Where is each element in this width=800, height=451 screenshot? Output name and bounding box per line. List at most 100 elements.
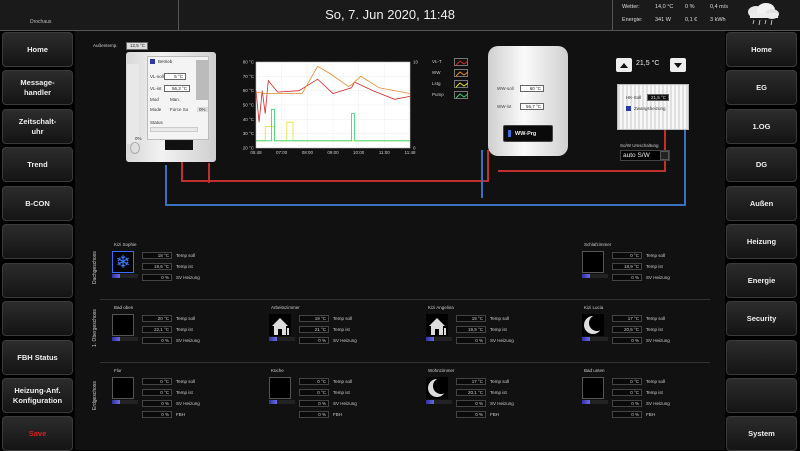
right-nav-button-0[interactable]: Home	[726, 32, 797, 67]
mod-label: Mod	[150, 97, 159, 102]
room-status-tile[interactable]	[582, 251, 604, 273]
left-nav-button-5[interactable]	[2, 224, 73, 259]
arrow-down-icon	[674, 62, 682, 68]
right-nav-button-9[interactable]	[726, 378, 797, 413]
room-value-ist: 0 °C	[299, 389, 329, 396]
heating-level-bar	[112, 337, 138, 341]
ww-ist-label: WW-ist	[497, 104, 512, 109]
right-nav-button-2[interactable]: 1.OG	[726, 109, 797, 144]
left-nav-button-9[interactable]: Heizung-Anf. Konfiguration	[2, 378, 73, 413]
room-title: Bad unten	[584, 368, 605, 373]
left-nav-button-6[interactable]	[2, 263, 73, 298]
left-nav-button-8[interactable]: FBH Status	[2, 340, 73, 375]
ww-program-button[interactable]: WW-Prg	[503, 125, 553, 142]
vl-soll-label: VL-soll	[150, 74, 164, 79]
ww-ist-value: 56,7 °C	[520, 103, 544, 110]
room-status-tile[interactable]	[426, 377, 449, 399]
legend-item: Pump	[432, 91, 472, 100]
ww-program-label: WW-Prg	[515, 130, 537, 137]
left-nav-button-1[interactable]: Message- handler	[2, 70, 73, 105]
room-status-tile[interactable]	[582, 377, 604, 399]
room-value-fbh: 0 %	[142, 411, 172, 418]
setpoint-down-button[interactable]	[670, 58, 686, 72]
room-label-sv: SV Heizung	[176, 275, 200, 280]
boiler-trend-chart: 80 °C10070 °C60 °C50 °C40 °C30 °C20 °C0%…	[243, 60, 418, 156]
wind-speed: 0,4 m/s	[710, 4, 729, 10]
room-status-tile[interactable]	[582, 314, 605, 336]
left-nav-button-3[interactable]: Trend	[2, 147, 73, 182]
right-nav-button-1[interactable]: EG	[726, 70, 797, 105]
room-value-soll: 19 °C	[456, 315, 486, 322]
right-nav-button-3[interactable]: DG	[726, 147, 797, 182]
x-tick-label: 11:48	[405, 150, 416, 155]
room-label-fbh: FBH	[333, 412, 342, 417]
heating-level-bar	[582, 337, 608, 341]
legend-label: WW	[432, 70, 441, 75]
legend-label: VL-T	[432, 59, 442, 64]
cost-value: 0,1 €	[685, 17, 698, 23]
room-title: Schlafzimmer	[584, 242, 612, 247]
ww-soll-label: WW-soll	[497, 86, 514, 91]
left-nav-button-7[interactable]	[2, 301, 73, 336]
left-nav-button-0[interactable]: Home	[2, 32, 73, 67]
right-nav-button-10[interactable]: System	[726, 416, 797, 451]
mode-label: Mode	[150, 107, 162, 112]
x-tick-label: 07:00	[276, 150, 288, 155]
power-value: 341 W	[655, 17, 671, 23]
room-value-soll: 17 °C	[456, 378, 486, 385]
left-nav-button-10[interactable]: Save	[2, 416, 73, 451]
room-value-soll: 20 °C	[142, 315, 172, 322]
hk-soll-label: HK-Soll	[626, 95, 642, 100]
room-value-ist: 20,5 °C	[612, 326, 642, 333]
room-status-tile[interactable]: ❄	[112, 251, 134, 273]
room-value-sv: 0 %	[456, 400, 486, 407]
heating-level-bar	[582, 274, 608, 278]
room-status-tile[interactable]	[426, 314, 448, 336]
room-label-ist: Temp ist	[333, 327, 350, 332]
room-status-tile[interactable]	[112, 314, 134, 336]
ww-soll-value: 60 °C	[520, 85, 544, 92]
room-value-ist: 22,1 °C	[142, 326, 172, 333]
room-label-soll: Temp soll	[176, 316, 196, 321]
left-nav-button-4[interactable]: B-CON	[2, 186, 73, 221]
room-value-ist: 19,6 °C	[142, 263, 172, 270]
room-value-soll: 0 °C	[612, 252, 642, 259]
heating-level-bar	[426, 400, 452, 404]
room-status-tile[interactable]	[269, 377, 291, 399]
legend-item: VL-T	[432, 58, 472, 67]
brand-label: Drochaus	[30, 19, 52, 25]
right-nav-button-7[interactable]: Security	[726, 301, 797, 336]
outside-temp-value: 12,5 °C	[126, 42, 148, 50]
left-nav-button-2[interactable]: Zeitschalt- uhr	[2, 109, 73, 144]
humidity: 0 %	[685, 4, 695, 10]
room-label-fbh: FBH	[176, 412, 185, 417]
setpoint-up-button[interactable]	[616, 58, 632, 72]
heating-level-bar	[112, 400, 138, 404]
x-tick-label: 08:00	[302, 150, 314, 155]
flow-pipe	[208, 163, 210, 183]
room-value-ist: 18,9 °C	[612, 263, 642, 270]
room-label-fbh: FBH	[490, 412, 499, 417]
date-time: So, 7. Jun 2020, 11:48	[325, 7, 455, 22]
operation-label: Betrieb	[158, 59, 173, 64]
room-label-soll: Temp soll	[646, 253, 666, 258]
right-nav-button-4[interactable]: Außen	[726, 186, 797, 221]
room-status-tile[interactable]	[112, 377, 134, 399]
vl-soll-value: 5 °C	[164, 73, 186, 80]
flow-pipe	[181, 160, 183, 182]
room-label-soll: Temp soll	[646, 316, 666, 321]
room-label-soll: Temp soll	[490, 316, 510, 321]
room-value-soll: 0 °C	[142, 378, 172, 385]
legend-swatch	[454, 58, 468, 66]
right-nav-button-8[interactable]	[726, 340, 797, 375]
right-nav-button-6[interactable]: Energie	[726, 263, 797, 298]
section-label: Dachgeschoss	[92, 251, 98, 284]
outside-temp: 14,0 °C	[655, 4, 674, 10]
status-label: Status	[150, 120, 163, 125]
room-status-tile[interactable]	[269, 314, 291, 336]
right-nav-button-5[interactable]: Heizung	[726, 224, 797, 259]
room-label-soll: Temp soll	[333, 316, 353, 321]
legend-swatch	[454, 69, 468, 77]
setpoint-value: 21,5 °C	[636, 60, 660, 67]
boiler-gauge-value: 0%	[135, 136, 142, 141]
